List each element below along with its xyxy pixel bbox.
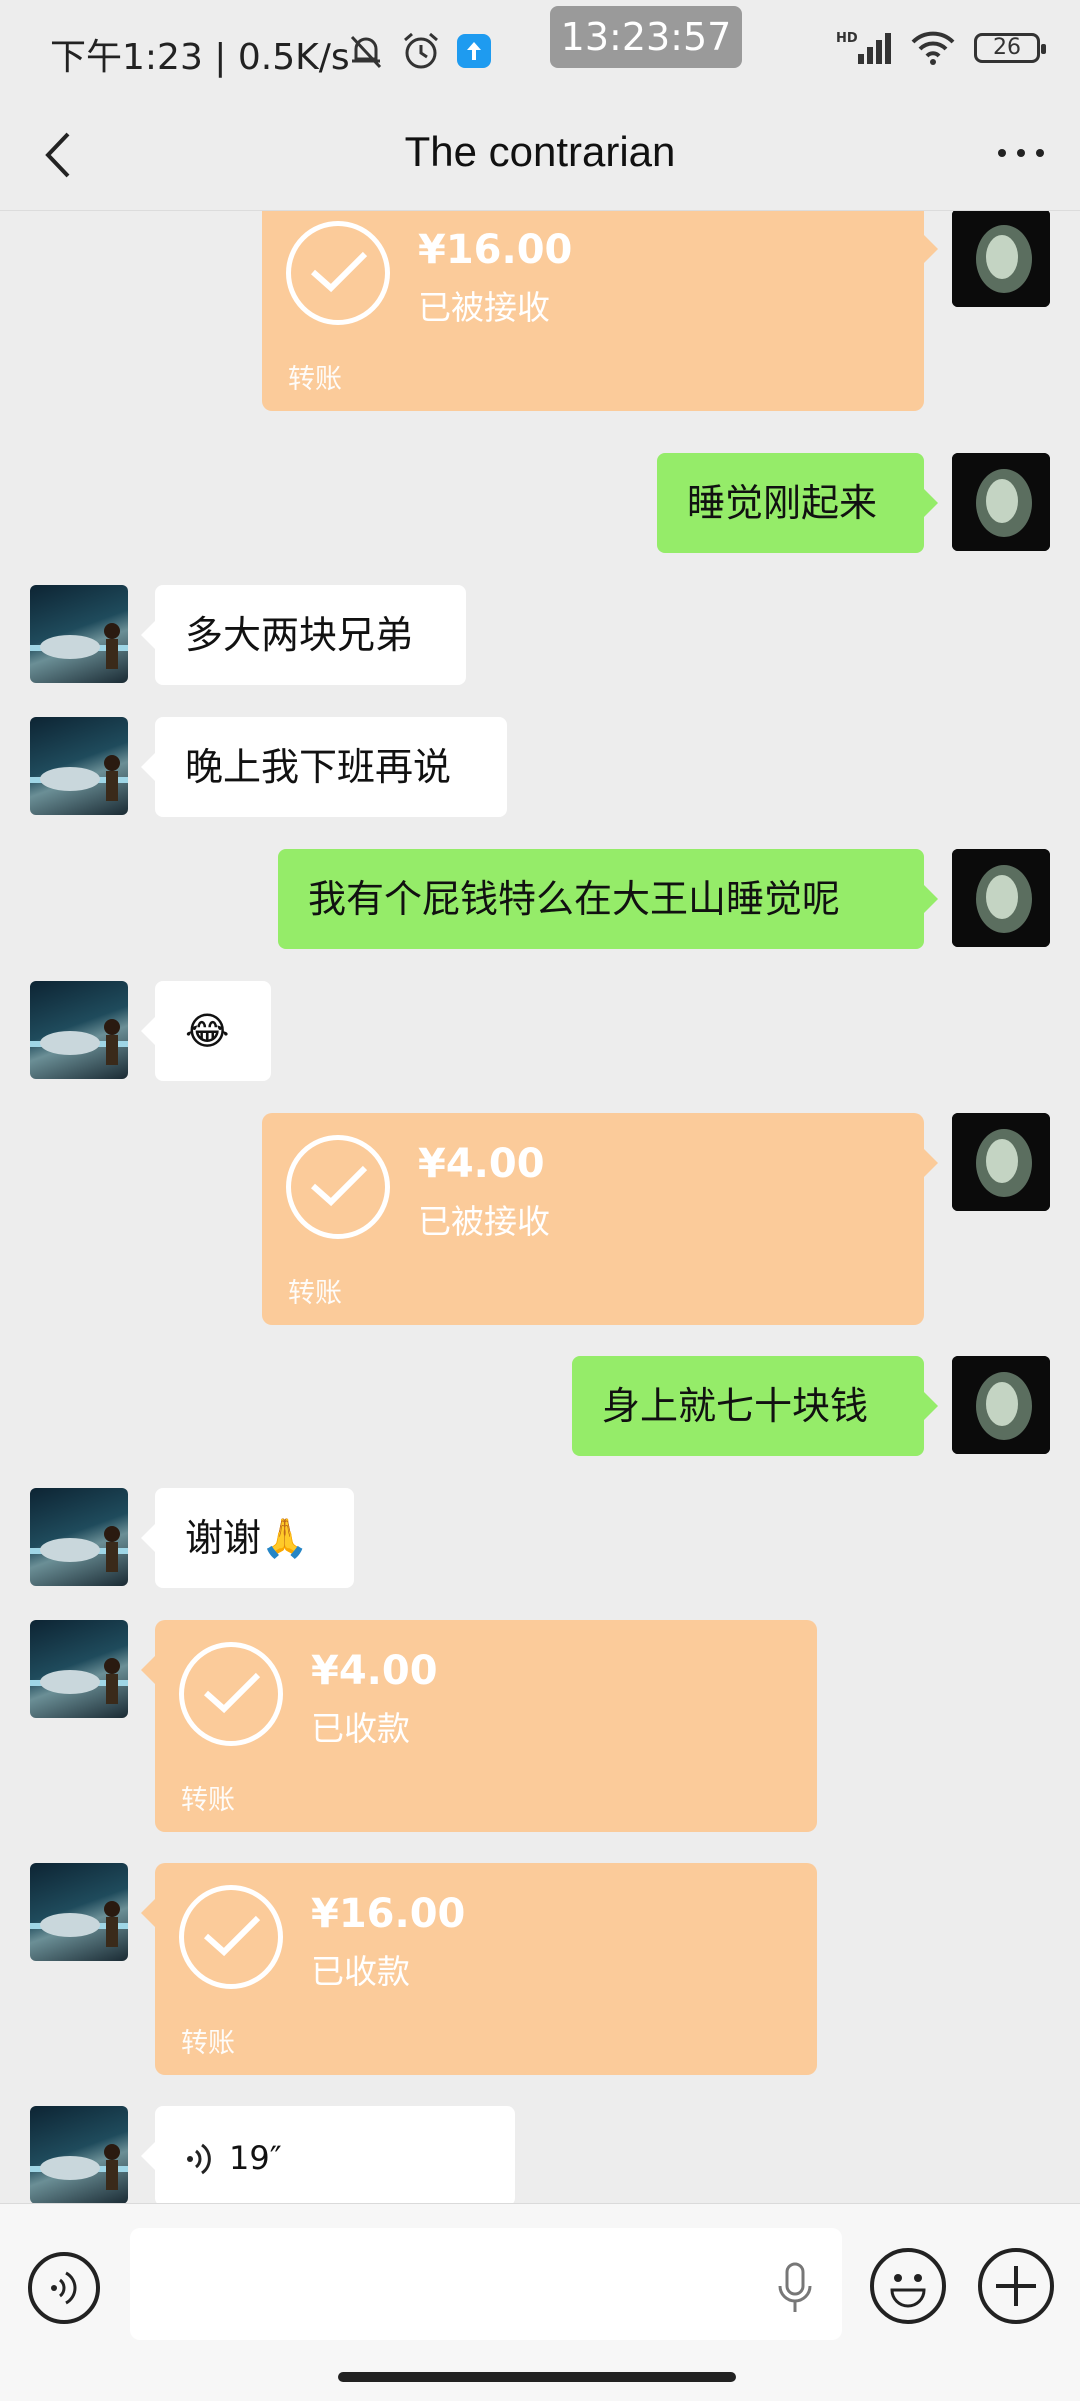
transfer-label: 转账 (288, 364, 342, 395)
contact-avatar[interactable] (30, 1620, 128, 1718)
transfer-amount: ¥4.00 (418, 1141, 545, 1187)
contact-avatar[interactable] (30, 585, 128, 683)
transfer-label: 转账 (288, 1278, 342, 1309)
voice-wave-icon (187, 2143, 211, 2174)
contact-avatar[interactable] (30, 1863, 128, 1961)
emoji-icon[interactable] (870, 2248, 946, 2324)
chat-header: The contrarian (0, 100, 1080, 211)
status-bar: 下午1:23 | 0.5K/s 13:23:57 HD 26 (0, 0, 1080, 100)
self-avatar[interactable] (952, 849, 1050, 947)
home-indicator[interactable] (338, 2372, 736, 2382)
alarm-icon (404, 32, 438, 69)
transfer-amount: ¥16.00 (311, 1891, 466, 1937)
message-bubble[interactable]: 我有个屁钱特么在大王山睡觉呢 (278, 849, 938, 949)
message-bubble[interactable]: 晚上我下班再说 (141, 717, 507, 817)
transfer-card[interactable]: ¥4.00 已被接收 转账 (262, 1113, 938, 1325)
self-avatar[interactable] (952, 1113, 1050, 1211)
message-list[interactable]: ¥16.00 已被接收 转账 睡觉刚起来 多大两块兄弟 晚上我下班再说 我有个屁… (0, 211, 1080, 2203)
transfer-label: 转账 (181, 1785, 235, 1816)
transfer-card[interactable]: ¥4.00 已收款 转账 (141, 1620, 817, 1832)
voice-duration: 19″ (229, 2139, 282, 2177)
self-avatar[interactable] (952, 211, 1050, 307)
check-circle-icon (286, 1135, 390, 1239)
message-bubble[interactable]: 身上就七十块钱 (572, 1356, 938, 1456)
transfer-status: 已收款 (311, 1709, 410, 1748)
check-circle-icon (179, 1885, 283, 1989)
emoji-message-bubble[interactable]: 😂 (141, 981, 271, 1081)
transfer-card[interactable]: ¥16.00 已收款 转账 (141, 1863, 817, 2075)
self-avatar[interactable] (952, 453, 1050, 551)
transfer-amount: ¥16.00 (418, 227, 573, 273)
mute-bell-icon (350, 35, 382, 69)
transfer-label: 转账 (181, 2028, 235, 2059)
contact-avatar[interactable] (30, 2106, 128, 2203)
self-avatar[interactable] (952, 1356, 1050, 1454)
plus-icon[interactable] (978, 2248, 1054, 2324)
contact-avatar[interactable] (30, 1488, 128, 1586)
message-input[interactable] (130, 2228, 842, 2340)
wifi-icon (911, 31, 955, 65)
message-bubble[interactable]: 睡觉刚起来 (657, 453, 938, 553)
more-options-icon[interactable] (996, 146, 1046, 160)
check-circle-icon (286, 221, 390, 325)
message-bubble[interactable]: 多大两块兄弟 (141, 585, 466, 685)
screenshot-time-overlay: 13:23:57 (550, 6, 742, 68)
microphone-icon[interactable] (775, 2262, 815, 2314)
check-circle-icon (179, 1642, 283, 1746)
voice-message-bubble[interactable]: 19″ (141, 2106, 515, 2203)
message-bubble[interactable]: 谢谢🙏 (141, 1488, 354, 1588)
signal-icon: HD (836, 31, 891, 64)
network-type-label: HD (836, 31, 858, 46)
upload-app-icon (457, 34, 491, 68)
transfer-status: 已收款 (311, 1952, 410, 1991)
transfer-status: 已被接收 (418, 1202, 550, 1241)
chat-title: The contrarian (404, 128, 676, 175)
transfer-status: 已被接收 (418, 288, 550, 327)
status-right-icons: HD 26 (836, 28, 1046, 68)
transfer-card[interactable]: ¥16.00 已被接收 转账 (262, 211, 938, 411)
contact-avatar[interactable] (30, 717, 128, 815)
contact-avatar[interactable] (30, 981, 128, 1079)
battery-indicator: 26 (974, 33, 1046, 63)
transfer-amount: ¥4.00 (311, 1648, 438, 1694)
status-left-icons (346, 30, 492, 72)
voice-mode-icon[interactable] (28, 2252, 100, 2324)
status-time-speed: 下午1:23 | 0.5K/s (50, 37, 350, 78)
